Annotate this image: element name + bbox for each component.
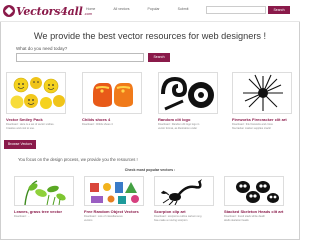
card-desc: Download : this fireworks and cross (232, 123, 273, 126)
header-search-button[interactable]: Search (268, 6, 290, 14)
card-desc: Download : ... (14, 215, 30, 218)
card-desc: Download : found stack white death (224, 215, 265, 218)
shoes-thumbnail[interactable] (82, 72, 142, 114)
main-search-button[interactable]: Search (148, 53, 170, 62)
nav-popular[interactable]: Popular (148, 7, 160, 11)
card-title[interactable]: Leaves, grass tree vector (14, 209, 74, 214)
card-title[interactable]: Free Random Object Vectors (84, 209, 144, 214)
smiley-thumbnail[interactable] (6, 72, 66, 114)
card-desc: Download : Childs shoes 4 (82, 123, 113, 126)
card-title[interactable]: Fireworks Firecracker clit art (232, 117, 292, 122)
logo-icon (3, 5, 15, 17)
skulls-thumbnail[interactable] (224, 176, 284, 206)
tagline: You focus on the design process, we prov… (18, 157, 138, 162)
main-nav: Home All vectors Popular Submit (86, 7, 206, 11)
vector-card[interactable]: Scorpion clip art Download : scorpions o… (154, 176, 214, 222)
logo-text: Vectors4all (16, 4, 83, 18)
card-title[interactable]: Vector Smiley Pack (6, 117, 66, 122)
card-desc: free-make a moving scorpion (154, 219, 188, 223)
vector-card[interactable]: Childs shoes 4 Download : Childs shoes 4 (82, 72, 142, 126)
logo-tld: .com (83, 11, 93, 16)
card-title[interactable]: Stacked Skeleton Heads clit art (224, 209, 284, 214)
card-desc: Download : Lots of miscellaneous (84, 215, 123, 218)
hero-question: What do you need today? (16, 46, 68, 51)
card-title[interactable]: Scorpion clip art (154, 209, 214, 214)
nav-home[interactable]: Home (86, 7, 95, 11)
card-desc: vectors (84, 219, 93, 223)
hero-title: We provide the best vector resources for… (33, 31, 267, 41)
card-desc: Download : Here is a set of vector smili… (6, 123, 55, 126)
header-search-input[interactable] (206, 6, 266, 14)
nav-submit[interactable]: Submit (178, 7, 189, 11)
main-search-input[interactable] (16, 53, 144, 62)
vector-card[interactable]: Free Random Object Vectors Download : Lo… (84, 176, 144, 222)
card-title[interactable]: Random clit logo (158, 117, 218, 122)
card-desc: Download : scorpions outline cartoon sng (154, 215, 202, 218)
card-title[interactable]: Childs shoes 4 (82, 117, 142, 122)
vector-card[interactable]: Stacked Skeleton Heads clit art Download… (224, 176, 284, 222)
card-desc: Download : Random clit logo logo in (158, 123, 200, 126)
card-desc: skulls skeleton heads (224, 219, 249, 223)
vector-card[interactable]: Leaves, grass tree vector Download : ... (14, 176, 74, 218)
card-desc: vector format, as illustration under (158, 127, 198, 131)
popular-heading: Check most popular vectors : (124, 168, 176, 172)
site-header: Vectors4all .com Home All vectors Popula… (0, 0, 300, 22)
nav-all-vectors[interactable]: All vectors (113, 7, 129, 11)
card-desc: Creative and cool to use. (6, 127, 35, 131)
vector-card[interactable]: Random clit logo Download : Random clit … (158, 72, 218, 130)
vector-card[interactable]: Fireworks Firecracker clit art Download … (232, 72, 292, 130)
vector-card[interactable]: Vector Smiley Pack Download : Here is a … (6, 72, 66, 130)
fireworks-thumbnail[interactable] (232, 72, 292, 114)
logo-thumbnail[interactable] (158, 72, 218, 114)
leaves-thumbnail[interactable] (14, 176, 74, 206)
scorpion-thumbnail[interactable] (154, 176, 214, 206)
browse-vectors-button[interactable]: Browse Vectors (4, 140, 36, 149)
objects-thumbnail[interactable] (84, 176, 144, 206)
site-logo[interactable]: Vectors4all .com (3, 3, 92, 19)
card-desc: firecracker marker supplies crackl (232, 127, 271, 131)
